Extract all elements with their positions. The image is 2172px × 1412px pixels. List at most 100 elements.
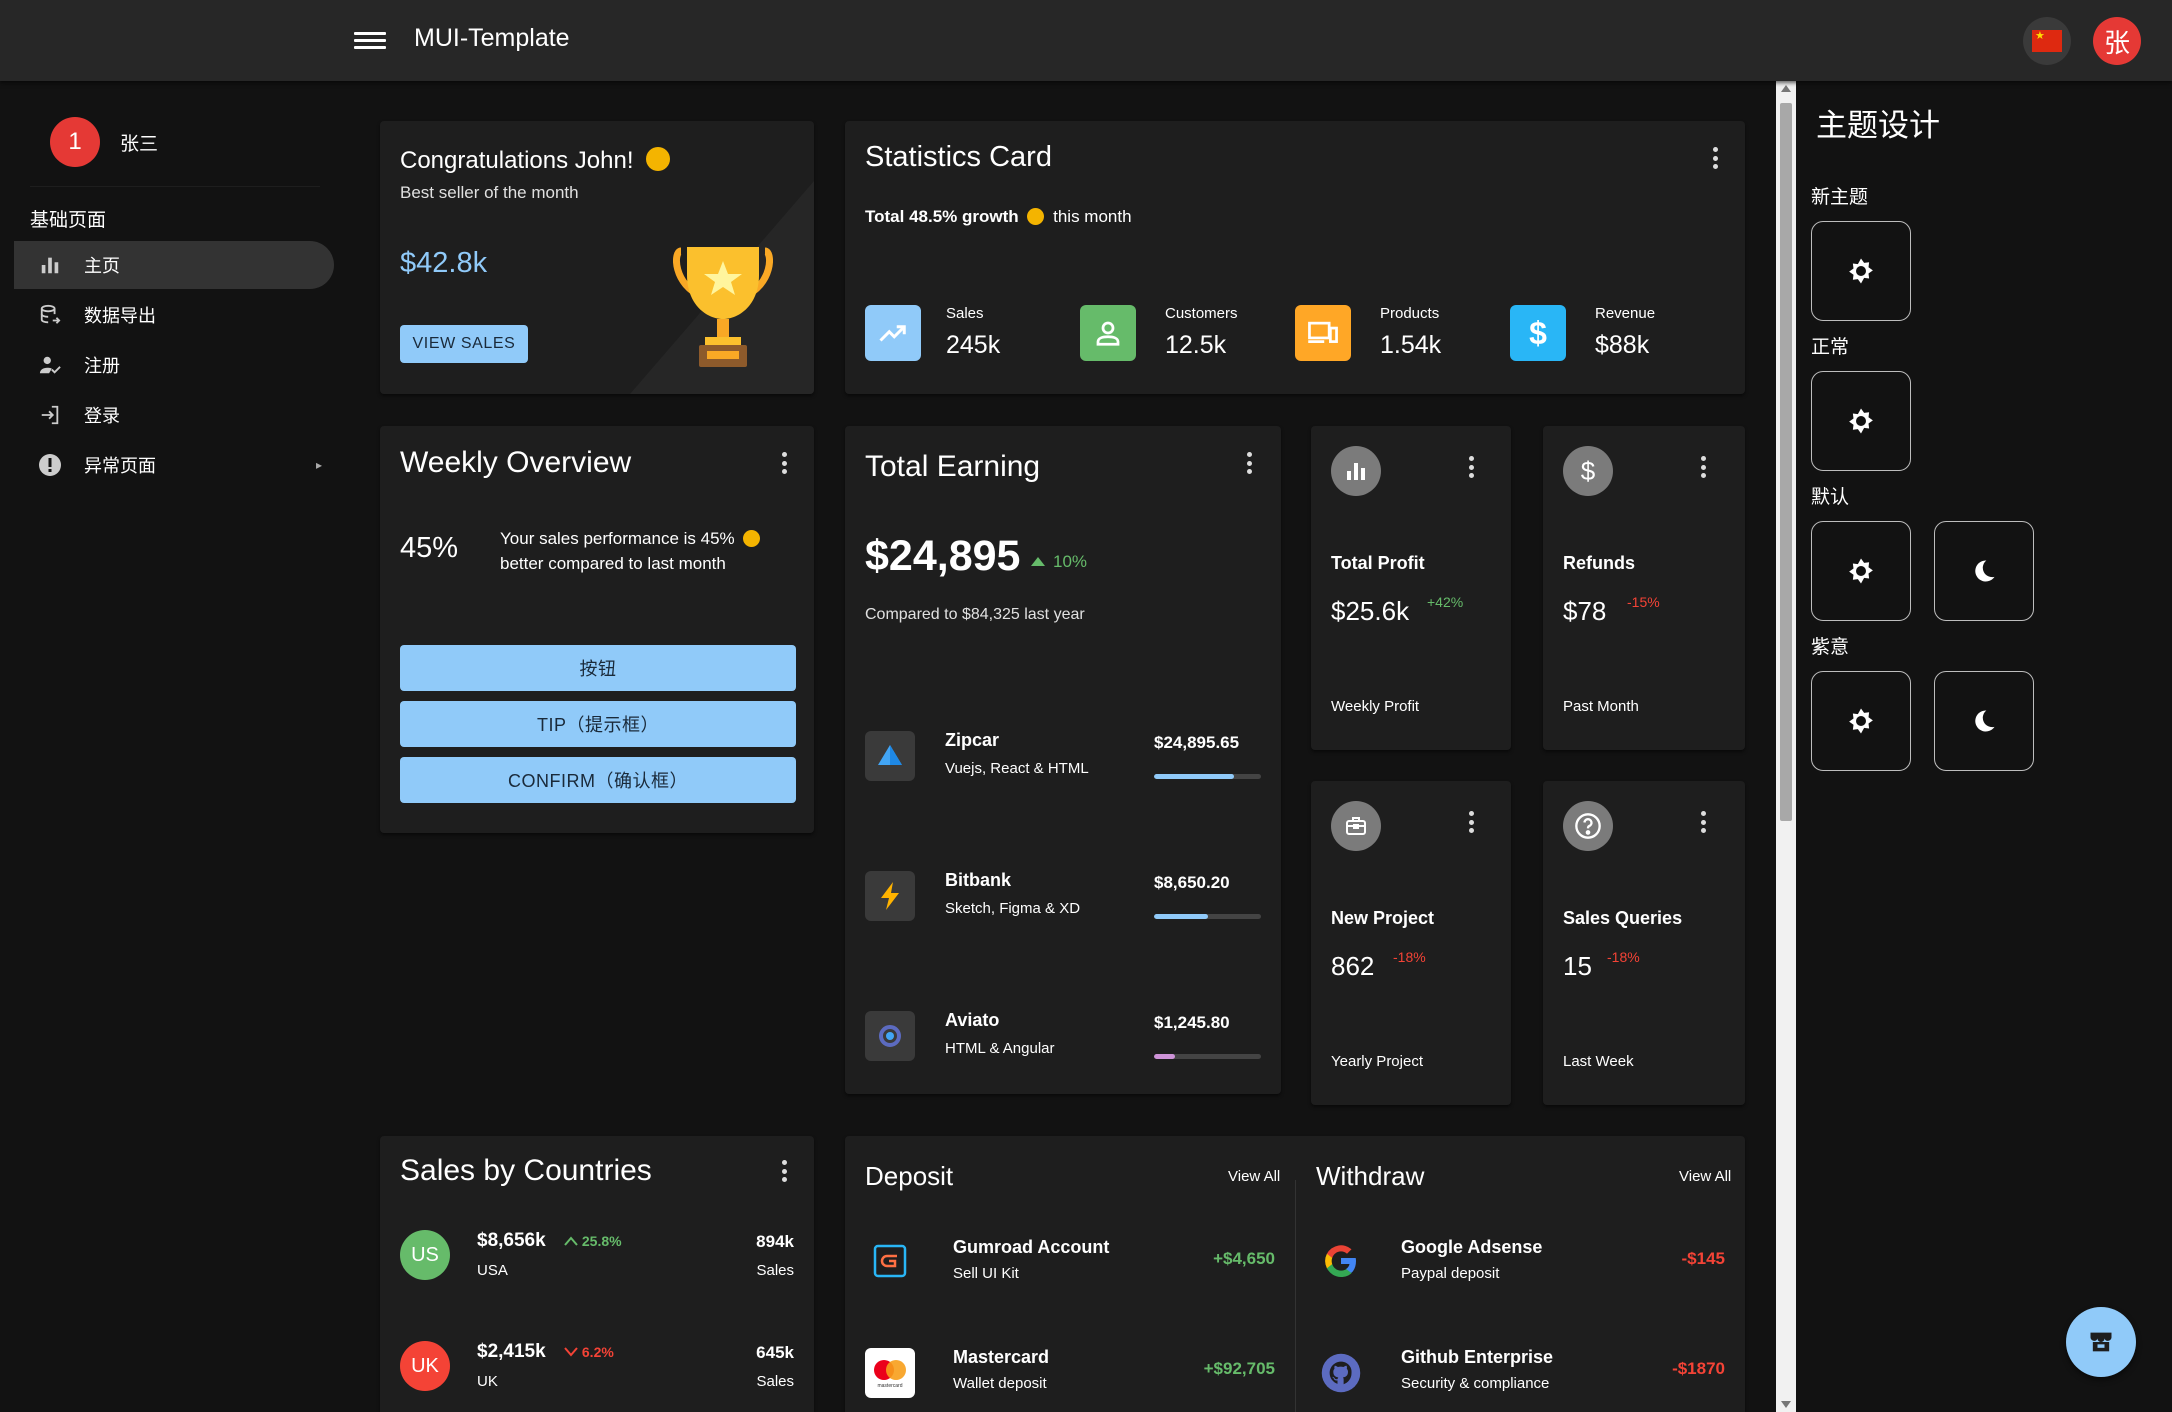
country-name: USA	[477, 1262, 508, 1279]
user-avatar[interactable]: 张	[2093, 17, 2141, 65]
more-vert-icon[interactable]	[1701, 456, 1707, 478]
new-project-card: New Project 862 -18% Yearly Project	[1311, 781, 1511, 1105]
refunds-card: $ Refunds $78 -15% Past Month	[1543, 426, 1745, 750]
store-icon	[2090, 1332, 2112, 1352]
withdraw-item-desc: Security & compliance	[1401, 1375, 1550, 1392]
database-export-icon	[38, 303, 62, 327]
countries-title: Sales by Countries	[400, 1154, 652, 1187]
sidebar-item-register[interactable]: 注册	[14, 341, 334, 389]
view-sales-button[interactable]: VIEW SALES	[400, 325, 528, 363]
chevron-down-icon	[564, 1347, 578, 1357]
progress-bar	[1154, 774, 1261, 779]
earning-change: 10%	[1053, 552, 1088, 571]
zipcar-logo-icon	[865, 731, 915, 781]
sidebar-item-home[interactable]: 主页	[14, 241, 334, 289]
country-avatar: US	[400, 1230, 450, 1280]
store-fab-button[interactable]	[2066, 1307, 2136, 1377]
confirm-button[interactable]: CONFIRM（确认框）	[400, 757, 796, 803]
withdraw-view-all-link[interactable]: View All	[1679, 1168, 1731, 1185]
smile-emoji-icon	[1027, 208, 1045, 225]
google-logo-icon	[1316, 1236, 1366, 1286]
more-vert-icon[interactable]	[782, 452, 788, 474]
country-amount: $2,415k	[477, 1341, 546, 1362]
briefcase-icon	[1331, 801, 1381, 851]
dollar-icon: $	[1563, 446, 1613, 496]
total-profit-card: Total Profit $25.6k +42% Weekly Profit	[1311, 426, 1511, 750]
gumroad-logo-icon	[865, 1236, 915, 1286]
more-vert-icon[interactable]	[1469, 456, 1475, 478]
more-vert-icon[interactable]	[782, 1160, 788, 1182]
more-vert-icon[interactable]	[1701, 811, 1707, 833]
mini-card-footer: Last Week	[1563, 1053, 1634, 1070]
country-avatar: UK	[400, 1341, 450, 1391]
weekly-text: better compared to last month	[500, 554, 726, 573]
app-bar: MUI-Template 张	[0, 0, 2172, 81]
earning-compare: Compared to $84,325 last year	[865, 606, 1085, 623]
divider	[1295, 1180, 1296, 1412]
mini-card-value: $25.6k	[1331, 596, 1410, 626]
withdraw-title: Withdraw	[1316, 1161, 1425, 1191]
more-vert-icon[interactable]	[1469, 811, 1475, 833]
sidebar-item-login[interactable]: 登录	[14, 391, 334, 439]
deposit-item-name: Mastercard	[953, 1347, 1050, 1367]
user-check-icon	[38, 353, 62, 377]
sidebar-item-error-pages[interactable]: 异常页面 ▸	[14, 441, 334, 489]
mini-card-change: +42%	[1427, 594, 1464, 610]
deposit-item-amount: +$92,705	[1203, 1359, 1275, 1378]
button-button[interactable]: 按钮	[400, 645, 796, 691]
sidebar-item-label: 异常页面	[84, 456, 156, 476]
account-icon	[1080, 305, 1136, 361]
mini-card-value: $78	[1563, 596, 1607, 626]
earning-item-amount: $24,895.65	[1154, 733, 1240, 752]
mastercard-logo-icon: mastercard	[865, 1348, 915, 1398]
scrollbar-thumb[interactable]	[1780, 103, 1792, 821]
theme-light-button[interactable]	[1811, 521, 1911, 621]
mini-card-title: Refunds	[1563, 553, 1635, 573]
theme-light-button[interactable]	[1811, 221, 1911, 321]
deposit-view-all-link[interactable]: View All	[1228, 1168, 1280, 1185]
progress-bar	[1154, 914, 1261, 919]
sidebar-item-export[interactable]: 数据导出	[14, 291, 334, 339]
mini-card-value: 15	[1563, 951, 1592, 981]
weekly-overview-card: Weekly Overview 45% Your sales performan…	[380, 426, 814, 833]
stat-value: 245k	[946, 331, 1001, 359]
earning-item-amount: $1,245.80	[1154, 1013, 1230, 1032]
total-earning-card: Total Earning $24,895 10% Compared to $8…	[845, 426, 1281, 1094]
language-button[interactable]	[2023, 17, 2071, 65]
country-amount: $8,656k	[477, 1230, 546, 1251]
scrollbar[interactable]	[1776, 81, 1796, 1412]
theme-light-button[interactable]	[1811, 671, 1911, 771]
theme-light-button[interactable]	[1811, 371, 1911, 471]
earning-item-amount: $8,650.20	[1154, 873, 1230, 892]
bar-chart-icon	[1331, 446, 1381, 496]
scroll-down-arrow-icon[interactable]	[1781, 1401, 1791, 1408]
growth-suffix: this month	[1053, 207, 1132, 226]
devices-icon	[1295, 305, 1351, 361]
sidebar-item-label: 数据导出	[84, 306, 156, 326]
stat-label: Revenue	[1595, 305, 1656, 322]
tip-button[interactable]: TIP（提示框）	[400, 701, 796, 747]
theme-group-label: 紫意	[1811, 637, 1850, 658]
congrats-title: Congratulations John!	[400, 147, 634, 174]
mini-card-title: Sales Queries	[1563, 908, 1683, 928]
congrats-amount: $42.8k	[400, 247, 488, 279]
sidebar-user[interactable]: 1 张三	[50, 117, 158, 167]
mini-card-footer: Weekly Profit	[1331, 698, 1420, 715]
growth-text: Total 48.5% growth	[865, 207, 1019, 226]
theme-dark-button[interactable]	[1934, 521, 2034, 621]
deposit-item-desc: Wallet deposit	[953, 1375, 1047, 1392]
more-vert-icon[interactable]	[1247, 452, 1253, 474]
bar-chart-icon	[38, 253, 62, 277]
stat-label: Sales	[946, 305, 984, 322]
deposit-item-name: Gumroad Account	[953, 1237, 1110, 1257]
help-circle-icon	[1563, 801, 1613, 851]
moon-icon	[1975, 560, 1995, 582]
scroll-up-arrow-icon[interactable]	[1781, 85, 1791, 92]
sun-icon	[1849, 708, 1873, 734]
sun-icon	[1849, 558, 1873, 584]
menu-icon[interactable]	[354, 28, 386, 54]
theme-dark-button[interactable]	[1934, 671, 2034, 771]
theme-group-label: 正常	[1811, 337, 1850, 358]
more-vert-icon[interactable]	[1713, 147, 1719, 169]
congratulations-card: Congratulations John! Best seller of the…	[380, 121, 814, 394]
